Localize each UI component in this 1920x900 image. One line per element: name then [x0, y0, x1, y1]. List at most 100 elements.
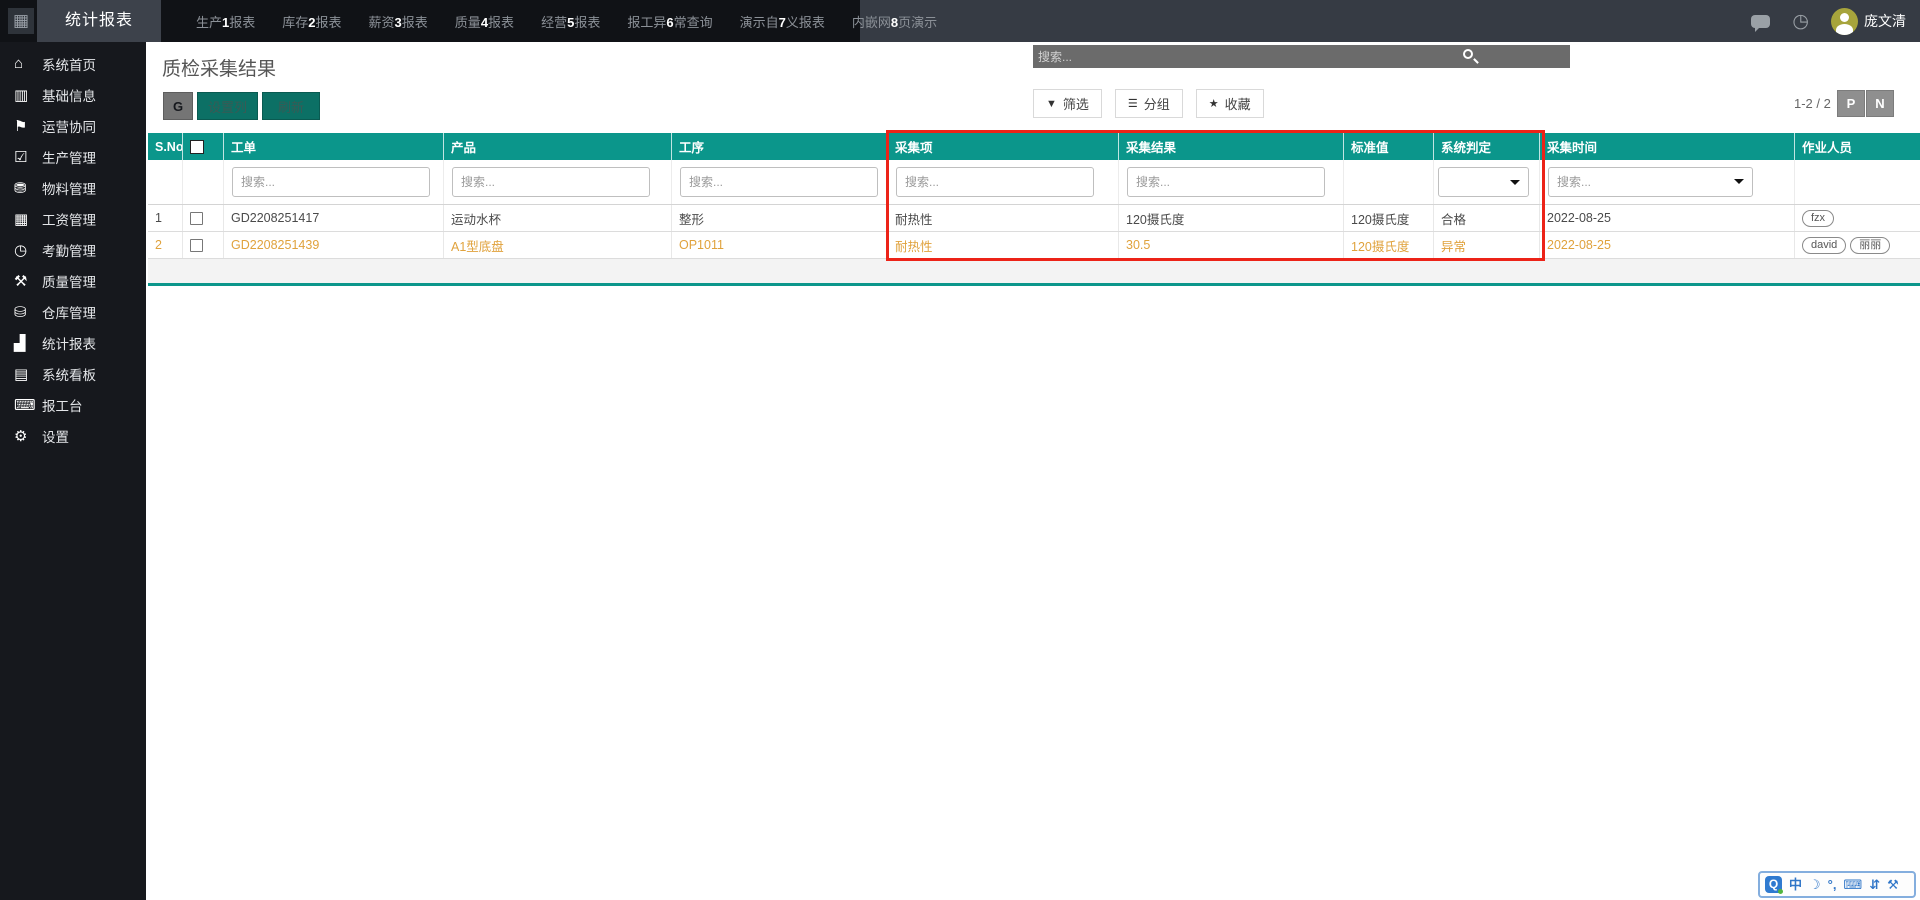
topnav-item-8[interactable]: 内嵌网8页演示 [852, 12, 937, 31]
column-header-工序[interactable]: 工序 [672, 133, 888, 160]
topnav-item-6[interactable]: 报工异6常查询 [627, 12, 712, 31]
filter-input-time[interactable] [1548, 167, 1753, 197]
search-icon[interactable] [1463, 49, 1473, 59]
filter-input-product[interactable] [452, 167, 650, 197]
filter-cell-operators [1795, 160, 1920, 204]
column-header-作业人员[interactable]: 作业人员 [1795, 133, 1920, 160]
sidebar-item-设置[interactable]: ⚙ 设置 [0, 420, 146, 451]
sidebar-item-运营协同[interactable]: ⚑ 运营协同 [0, 110, 146, 141]
cell-judge: 合格 [1434, 205, 1540, 231]
soft-keyboard-icon[interactable]: ⌨ [1843, 874, 1862, 895]
fullhalf-width-icon[interactable]: ⇵ [1869, 874, 1880, 895]
group-icon: ☰ [1127, 98, 1138, 110]
sidebar-item-生产管理[interactable]: ☑ 生产管理 [0, 141, 146, 172]
quality-icon: ⚒ [14, 272, 28, 290]
filter-cell-standard [1344, 160, 1434, 204]
topnav-item-text: 库存 [282, 14, 309, 30]
column-header-采集项[interactable]: 采集项 [888, 133, 1119, 160]
operation-collab-icon: ⚑ [14, 117, 28, 135]
lang-chinese-icon[interactable]: 中 [1789, 874, 1802, 895]
row-checkbox[interactable] [190, 238, 203, 252]
filter-cell-time [1540, 160, 1795, 204]
topnav-item-1[interactable]: 生产1报表 [196, 12, 255, 31]
punctuation-icon[interactable]: °, [1828, 874, 1837, 895]
star-icon: ★ [1208, 98, 1219, 110]
results-table: S.No 工单产品工序采集项采集结果标准值系统判定采集时间作业人员 1 GD2208… [148, 133, 1920, 259]
operator-badge: fzx [1802, 209, 1835, 227]
sidebar-item-label: 物料管理 [42, 181, 96, 197]
筛选-button[interactable]: ▼ 筛选 [1033, 89, 1102, 118]
column-header-checkbox[interactable] [183, 133, 224, 160]
分组-button[interactable]: ☰ 分组 [1114, 89, 1183, 118]
sidebar-item-考勤管理[interactable]: ◷ 考勤管理 [0, 234, 146, 265]
next-page-button[interactable]: N [1866, 90, 1894, 117]
sidebar-item-基础信息[interactable]: ▥ 基础信息 [0, 79, 146, 110]
topnav-item-3[interactable]: 薪资3报表 [369, 12, 428, 31]
cell-standard: 120摄氏度 [1344, 205, 1434, 231]
sidebar-item-统计报表[interactable]: ▟ 统计报表 [0, 327, 146, 358]
user-menu[interactable]: 庞文清 [1831, 7, 1906, 35]
column-header-采集结果[interactable]: 采集结果 [1119, 133, 1344, 160]
topnav-item-text: 页演示 [898, 14, 938, 30]
sidebar-item-工资管理[interactable]: ▦ 工资管理 [0, 203, 146, 234]
filter-input-process[interactable] [680, 167, 878, 197]
column-header-工单[interactable]: 工单 [224, 133, 444, 160]
topnav-item-7[interactable]: 演示自7义报表 [740, 12, 825, 31]
stats-report-icon: ▟ [14, 334, 26, 352]
cell-workorder: GD2208251417 [224, 205, 444, 231]
filter-input-workorder[interactable] [232, 167, 430, 197]
topnav-item-5[interactable]: 经营5报表 [541, 12, 600, 31]
clock-icon[interactable]: ◷ [1792, 12, 1809, 31]
filter-input-result[interactable] [1127, 167, 1325, 197]
收藏-button[interactable]: ★ 收藏 [1195, 89, 1264, 118]
filter-select-judge[interactable] [1438, 167, 1529, 197]
table-bottom-divider [148, 283, 1920, 286]
cell-workorder: GD2208251439 [224, 232, 444, 258]
table-row[interactable]: 1 GD2208251417 运动水杯 整形 耐热性 120摄氏度 120摄氏度 合格 2022… [148, 205, 1920, 232]
sidebar-item-系统看板[interactable]: ▤ 系统看板 [0, 358, 146, 389]
sidebar-item-label: 考勤管理 [42, 243, 96, 259]
topnav-item-text: 常查询 [673, 14, 713, 30]
sidebar-item-label: 设置 [42, 429, 69, 445]
column-header-产品[interactable]: 产品 [444, 133, 672, 160]
sidebar-item-质量管理[interactable]: ⚒ 质量管理 [0, 265, 146, 296]
sidebar-item-仓库管理[interactable]: ⛁ 仓库管理 [0, 296, 146, 327]
set-columns-button[interactable]: 设置列 [197, 92, 258, 120]
topnav-item-2[interactable]: 库存2报表 [282, 12, 341, 31]
column-header-S.No[interactable]: S.No [148, 133, 183, 160]
prev-page-button[interactable]: P [1837, 90, 1865, 117]
sidebar-item-label: 质量管理 [42, 274, 96, 290]
column-header-采集时间[interactable]: 采集时间 [1540, 133, 1795, 160]
cell-standard: 120摄氏度 [1344, 232, 1434, 258]
select-all-checkbox[interactable] [190, 139, 204, 154]
moon-icon[interactable]: ☽ [1809, 874, 1821, 895]
row-checkbox[interactable] [190, 211, 203, 225]
settings-icon: ⚙ [14, 427, 28, 445]
global-search-input[interactable] [1033, 45, 1570, 68]
topnav-item-text: 内嵌网 [851, 14, 891, 30]
table-row[interactable]: 2 GD2208251439 A1型底盘 OP1011 耐热性 30.5 120摄氏度 异常 2… [148, 232, 1920, 259]
ime-settings-icon[interactable]: ⚒ [1887, 874, 1899, 895]
cell-item: 耐热性 [888, 205, 1119, 231]
cell-result: 30.5 [1119, 232, 1344, 258]
sidebar-item-系统首页[interactable]: ⌂ 系统首页 [0, 48, 146, 79]
filter-cell-process [672, 160, 888, 204]
sogou-logo-icon[interactable]: Q [1765, 876, 1783, 894]
chevron-down-icon[interactable] [1734, 179, 1744, 189]
sidebar-item-物料管理[interactable]: ⛃ 物料管理 [0, 172, 146, 203]
collapse-button[interactable]: G [163, 92, 193, 120]
topnav-item-4[interactable]: 质量4报表 [455, 12, 514, 31]
operator-badge: david [1802, 236, 1847, 254]
chat-icon[interactable] [1751, 14, 1771, 32]
apps-grid-icon[interactable]: ▦ [8, 8, 34, 34]
cell-operators: fzx [1795, 205, 1920, 231]
column-header-标准值[interactable]: 标准值 [1344, 133, 1434, 160]
column-header-系统判定[interactable]: 系统判定 [1434, 133, 1540, 160]
filter-input-item[interactable] [896, 167, 1094, 197]
table-header-row: S.No 工单 产品 工序 采集项 采集结果 标准值 系统判定 采集时间 作业人员 [148, 133, 1920, 160]
avatar [1831, 7, 1858, 35]
sidebar-item-报工台[interactable]: ⌨ 报工台 [0, 389, 146, 420]
warehouse-icon: ⛁ [14, 303, 27, 321]
sidebar: ⌂ 系统首页 ▥ 基础信息 ⚑ 运营协同 ☑ 生产管理 ⛃ 物料管理 ▦ 工资管理 ◷ 考勤管理 ⚒ 质量管理… [0, 42, 146, 900]
refresh-button[interactable]: 刷新 [262, 92, 320, 120]
